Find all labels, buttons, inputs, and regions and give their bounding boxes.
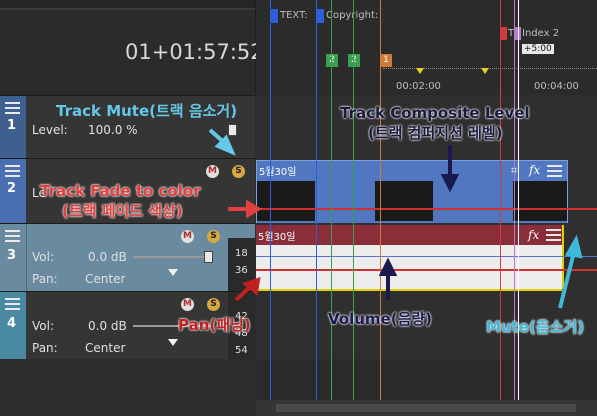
arrow-track-mute <box>208 128 236 156</box>
arrow-pan <box>234 277 261 302</box>
arrow-composite <box>440 145 460 193</box>
annotation-arrows <box>208 128 583 309</box>
arrow-volume <box>378 257 398 300</box>
arrow-fade <box>228 199 262 219</box>
arrow-mute <box>558 234 583 309</box>
